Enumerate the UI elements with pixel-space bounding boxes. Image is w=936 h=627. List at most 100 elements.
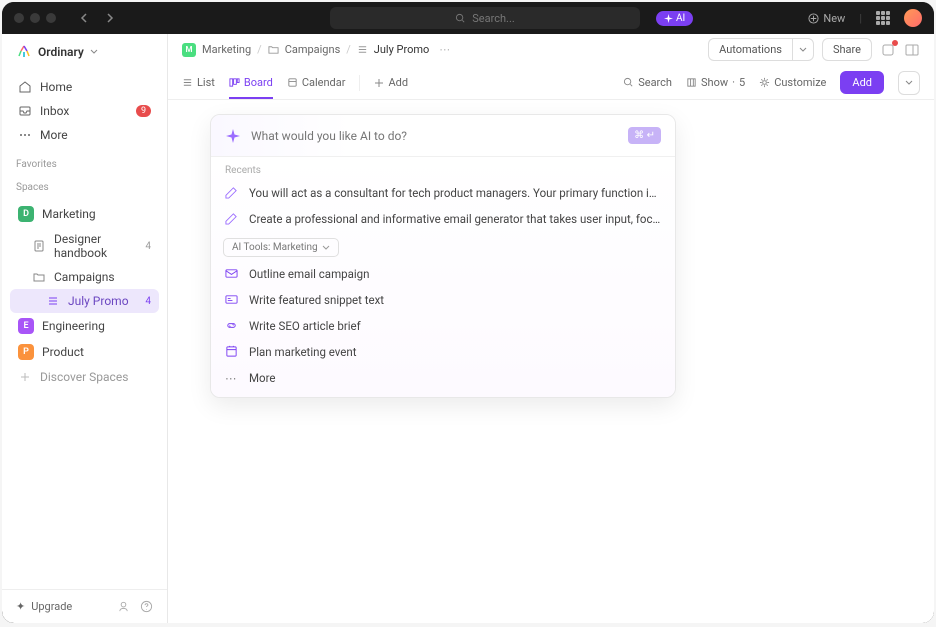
space-label: Product	[42, 345, 84, 359]
upgrade-button[interactable]: Upgrade	[31, 600, 72, 613]
item-count: 4	[145, 241, 151, 252]
list-label: Designer handbook	[54, 232, 137, 260]
more-label: More	[249, 371, 276, 385]
add-view[interactable]: Add	[374, 68, 408, 97]
nav-forward[interactable]	[100, 9, 118, 27]
plus-icon	[374, 78, 384, 88]
view-label: Board	[244, 76, 273, 89]
collapse-icon[interactable]	[904, 42, 920, 58]
board-canvas: ⌘ ↵ Recents You will act as a consultant…	[168, 100, 934, 623]
ai-more[interactable]: ⋯ More	[211, 365, 675, 397]
space-badge: P	[18, 344, 34, 360]
link-icon	[225, 319, 239, 333]
search-icon	[623, 77, 634, 88]
upgrade-icon: ✦	[16, 600, 25, 613]
add-task-dropdown[interactable]	[898, 71, 920, 95]
ai-prompt-input[interactable]	[251, 129, 618, 143]
new-button[interactable]: New	[808, 12, 845, 25]
show-count: 5	[739, 76, 745, 89]
space-label: Engineering	[42, 319, 105, 333]
show-columns[interactable]: Show · 5	[686, 68, 745, 97]
view-calendar[interactable]: Calendar	[287, 68, 346, 97]
breadcrumb-more-icon[interactable]: ⋯	[439, 43, 450, 56]
global-search[interactable]: Search...	[330, 7, 640, 29]
sidebar-label: Inbox	[40, 104, 69, 118]
ai-badge[interactable]: AI	[656, 11, 693, 26]
board-view-icon	[229, 77, 240, 88]
discover-spaces[interactable]: Discover Spaces	[10, 365, 159, 389]
search-tasks[interactable]: Search	[623, 68, 672, 97]
notification-dot	[892, 40, 898, 46]
apps-icon[interactable]	[876, 11, 890, 25]
more-icon	[18, 128, 32, 142]
list-icon	[357, 44, 368, 55]
list-july-promo[interactable]: July Promo 4	[10, 289, 159, 313]
help-icon[interactable]	[140, 600, 153, 613]
close-window[interactable]	[14, 13, 24, 23]
view-board[interactable]: Board	[229, 68, 273, 99]
workspace-switcher[interactable]: Ordinary	[2, 34, 167, 71]
tool-label: Write SEO article brief	[249, 319, 361, 333]
more-dots-icon: ⋯	[225, 371, 239, 385]
share-button[interactable]: Share	[822, 38, 872, 61]
automations-dropdown[interactable]	[792, 38, 814, 61]
breadcrumb-space[interactable]: Marketing	[202, 43, 251, 56]
window-controls	[14, 13, 56, 23]
columns-icon	[686, 77, 697, 88]
chevron-down-icon	[905, 79, 913, 87]
breadcrumb-folder[interactable]: Campaigns	[285, 43, 341, 56]
magic-pen-icon	[225, 186, 239, 200]
inbox-count-badge: 9	[136, 105, 151, 117]
plus-circle-icon	[808, 13, 819, 24]
sidebar-inbox[interactable]: Inbox 9	[10, 99, 159, 123]
recent-prompt[interactable]: Create a professional and informative em…	[211, 206, 675, 232]
space-product[interactable]: P Product	[10, 339, 159, 365]
list-icon	[46, 294, 60, 308]
ai-tools-filter[interactable]: AI Tools: Marketing	[223, 238, 339, 257]
magic-pen-icon	[225, 212, 239, 226]
maximize-window[interactable]	[46, 13, 56, 23]
user-icon[interactable]	[117, 600, 130, 613]
list-designer-handbook[interactable]: Designer handbook 4	[10, 227, 159, 265]
nav-back[interactable]	[76, 9, 94, 27]
mail-icon	[225, 267, 239, 281]
automations-button[interactable]: Automations	[708, 38, 792, 61]
customize-view[interactable]: Customize	[759, 68, 826, 97]
ai-badge-label: AI	[676, 13, 685, 24]
view-list[interactable]: List	[182, 68, 215, 97]
folder-icon	[268, 44, 279, 55]
add-task-button[interactable]: Add	[840, 71, 884, 94]
discover-label: Discover Spaces	[40, 370, 128, 384]
ai-tool-snippet[interactable]: Write featured snippet text	[211, 287, 675, 313]
favorites-header[interactable]: Favorites	[2, 151, 167, 174]
snippet-icon	[225, 293, 239, 307]
minimize-window[interactable]	[30, 13, 40, 23]
workspace-name: Ordinary	[38, 45, 84, 59]
folder-label: Campaigns	[54, 270, 115, 284]
folder-icon	[32, 270, 46, 284]
item-count: 4	[145, 296, 151, 307]
list-view-icon	[182, 77, 193, 88]
sidebar-label: Home	[40, 80, 72, 94]
recent-text: You will act as a consultant for tech pr…	[249, 186, 661, 200]
chevron-down-icon	[90, 48, 98, 56]
user-avatar[interactable]	[904, 9, 922, 27]
search-placeholder: Search...	[472, 12, 515, 25]
recents-header: Recents	[211, 156, 675, 180]
ai-tool-outline-email[interactable]: Outline email campaign	[211, 261, 675, 287]
plus-icon	[18, 370, 32, 384]
tool-label: Outline email campaign	[249, 267, 369, 281]
sidebar-more[interactable]: More	[10, 123, 159, 147]
space-engineering[interactable]: E Engineering	[10, 313, 159, 339]
ai-tool-seo[interactable]: Write SEO article brief	[211, 313, 675, 339]
tool-label: Plan marketing event	[249, 345, 357, 359]
recent-prompt[interactable]: You will act as a consultant for tech pr…	[211, 180, 675, 206]
folder-campaigns[interactable]: Campaigns	[10, 265, 159, 289]
spaces-header[interactable]: Spaces	[2, 174, 167, 197]
search-label: Search	[638, 76, 672, 89]
ai-tool-event[interactable]: Plan marketing event	[211, 339, 675, 365]
new-label: New	[823, 12, 845, 25]
breadcrumb-list[interactable]: July Promo	[374, 43, 430, 56]
sidebar-home[interactable]: Home	[10, 75, 159, 99]
space-marketing[interactable]: D Marketing	[10, 201, 159, 227]
